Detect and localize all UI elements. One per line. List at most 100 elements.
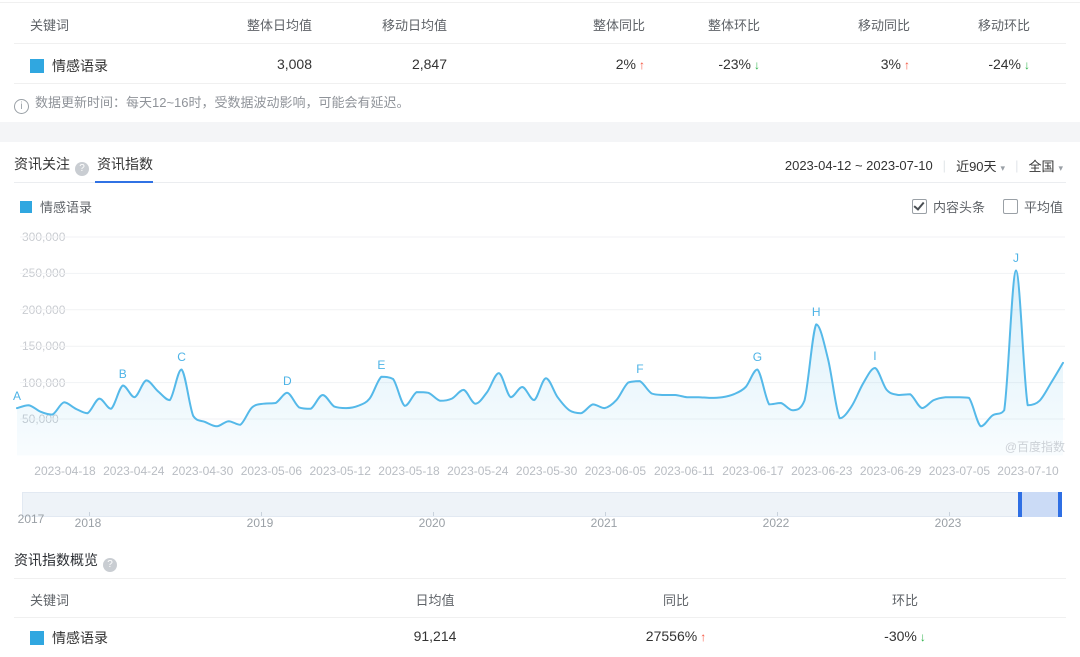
ov-mom-value: -30%↓	[884, 628, 926, 644]
help-icon[interactable]: ?	[103, 558, 117, 572]
tab-info-index[interactable]: 资讯指数	[97, 154, 153, 174]
x-tick-label: 2023-05-24	[447, 464, 508, 478]
ov-col-daily: 日均值	[415, 590, 454, 609]
section-gap	[0, 122, 1080, 142]
card-top-border	[0, 2, 1080, 3]
headline-checkbox[interactable]: 内容头条	[912, 197, 985, 216]
event-marker-C[interactable]: C	[174, 350, 190, 364]
ov-yoy-value: 27556%↑	[646, 628, 706, 644]
overview-header-divider	[14, 617, 1066, 618]
year-label-2017: 2017	[18, 512, 45, 526]
mobile-yoy-value: 3%↑	[881, 56, 910, 72]
col-header-mobile-mom: 移动环比	[978, 15, 1030, 34]
caret-down-icon: ▾	[1001, 163, 1006, 173]
x-tick-label: 2023-06-11	[654, 464, 715, 478]
checkbox-unchecked-icon	[1003, 199, 1018, 214]
event-marker-B[interactable]: B	[115, 367, 131, 381]
ov-keyword-cell[interactable]: 情感语录	[30, 628, 108, 648]
region-dropdown[interactable]: 全国▾	[1028, 156, 1063, 175]
x-tick-label: 2023-06-23	[791, 464, 852, 478]
legend-color-swatch	[20, 201, 32, 213]
year-label-2018: 2018	[75, 516, 102, 530]
event-marker-F[interactable]: F	[632, 362, 648, 376]
slider-selection[interactable]	[1018, 492, 1062, 517]
overall-yoy-value: 2%↑	[616, 56, 645, 72]
control-separator: |	[943, 158, 946, 173]
x-tick-label: 2023-05-06	[241, 464, 302, 478]
mobile-mom-value: -24%↓	[988, 56, 1030, 72]
keyword-label: 情感语录	[52, 58, 108, 74]
x-tick-label: 2023-05-12	[309, 464, 370, 478]
down-arrow-icon: ↓	[754, 58, 760, 72]
up-arrow-icon: ↑	[904, 58, 910, 72]
keyword-cell[interactable]: 情感语录	[30, 56, 108, 76]
overall-daily-value: 3,008	[277, 56, 312, 72]
x-tick-label: 2023-07-05	[929, 464, 990, 478]
summary-divider-2	[14, 83, 1066, 84]
x-tick-label: 2023-06-29	[860, 464, 921, 478]
x-tick-label: 2023-04-30	[172, 464, 233, 478]
x-tick-label: 2023-05-30	[516, 464, 577, 478]
event-marker-G[interactable]: G	[749, 350, 765, 364]
summary-card: 关键词 整体日均值 移动日均值 整体同比 整体环比 移动同比 移动环比 情感语录…	[0, 0, 1080, 122]
ov-col-keyword: 关键词	[30, 590, 69, 609]
event-marker-J[interactable]: J	[1008, 251, 1024, 265]
col-header-overall-yoy: 整体同比	[593, 15, 645, 34]
x-tick-label: 2023-04-24	[103, 464, 164, 478]
keyword-color-swatch	[30, 59, 44, 73]
average-checkbox[interactable]: 平均值	[1003, 197, 1063, 216]
col-header-mobile-yoy: 移动同比	[858, 15, 910, 34]
checkbox-checked-icon	[912, 199, 927, 214]
ov-daily-value: 91,214	[414, 628, 457, 644]
col-header-mobile-daily: 移动日均值	[382, 15, 447, 34]
up-arrow-icon: ↑	[700, 630, 706, 644]
ov-col-mom: 环比	[892, 590, 918, 609]
event-marker-E[interactable]: E	[373, 358, 389, 372]
up-arrow-icon: ↑	[639, 58, 645, 72]
active-tab-underline	[95, 181, 153, 183]
down-arrow-icon: ↓	[920, 630, 926, 644]
event-marker-D[interactable]: D	[279, 374, 295, 388]
col-header-keyword: 关键词	[30, 15, 69, 34]
index-card: 资讯关注? 资讯指数 2023-04-12 ~ 2023-07-10 | 近90…	[0, 142, 1080, 657]
keyword-color-swatch	[30, 631, 44, 645]
info-icon: i	[14, 99, 29, 114]
baidu-index-page: 关键词 整体日均值 移动日均值 整体同比 整体环比 移动同比 移动环比 情感语录…	[0, 0, 1080, 657]
x-tick-label: 2023-06-17	[722, 464, 783, 478]
chart-plot[interactable]	[0, 228, 1080, 460]
year-label-2022: 2022	[763, 516, 790, 530]
control-separator: |	[1015, 158, 1018, 173]
tabs-bottom-border	[14, 182, 1066, 183]
series-legend[interactable]: 情感语录	[20, 197, 92, 216]
year-label-2021: 2021	[591, 516, 618, 530]
chart-controls: 2023-04-12 ~ 2023-07-10 | 近90天▾ | 全国▾	[785, 156, 1063, 175]
col-header-overall-daily: 整体日均值	[247, 15, 312, 34]
year-label-2020: 2020	[419, 516, 446, 530]
overview-title: 资讯指数概览?	[14, 550, 117, 572]
legend-label: 情感语录	[40, 197, 92, 216]
year-label-2023: 2023	[935, 516, 962, 530]
chart-zone: 50,000100,000150,000200,000250,000300,00…	[0, 228, 1080, 548]
summary-divider-1	[14, 43, 1066, 44]
event-marker-A[interactable]: A	[9, 389, 25, 403]
watermark: @百度指数	[1005, 438, 1065, 455]
date-range[interactable]: 2023-04-12 ~ 2023-07-10	[785, 158, 933, 173]
x-tick-label: 2023-04-18	[34, 464, 95, 478]
event-marker-I[interactable]: I	[867, 349, 883, 363]
x-tick-label: 2023-06-05	[585, 464, 646, 478]
col-header-overall-mom: 整体环比	[708, 15, 760, 34]
ov-col-yoy: 同比	[663, 590, 689, 609]
x-tick-label: 2023-05-18	[378, 464, 439, 478]
event-marker-H[interactable]: H	[808, 305, 824, 319]
timeline-slider[interactable]	[22, 492, 1062, 517]
x-tick-label: 2023-07-10	[997, 464, 1058, 478]
period-dropdown[interactable]: 近90天▾	[956, 156, 1005, 175]
caret-down-icon: ▾	[1058, 163, 1063, 173]
overview-table-top-border	[14, 578, 1066, 579]
help-icon[interactable]: ?	[75, 162, 89, 176]
year-label-2019: 2019	[247, 516, 274, 530]
update-note: i数据更新时间：每天12~16时，受数据波动影响，可能会有延迟。	[14, 92, 410, 114]
mobile-daily-value: 2,847	[412, 56, 447, 72]
chart-options: 内容头条 平均值	[912, 197, 1063, 216]
tab-info-attention[interactable]: 资讯关注?	[14, 154, 89, 176]
